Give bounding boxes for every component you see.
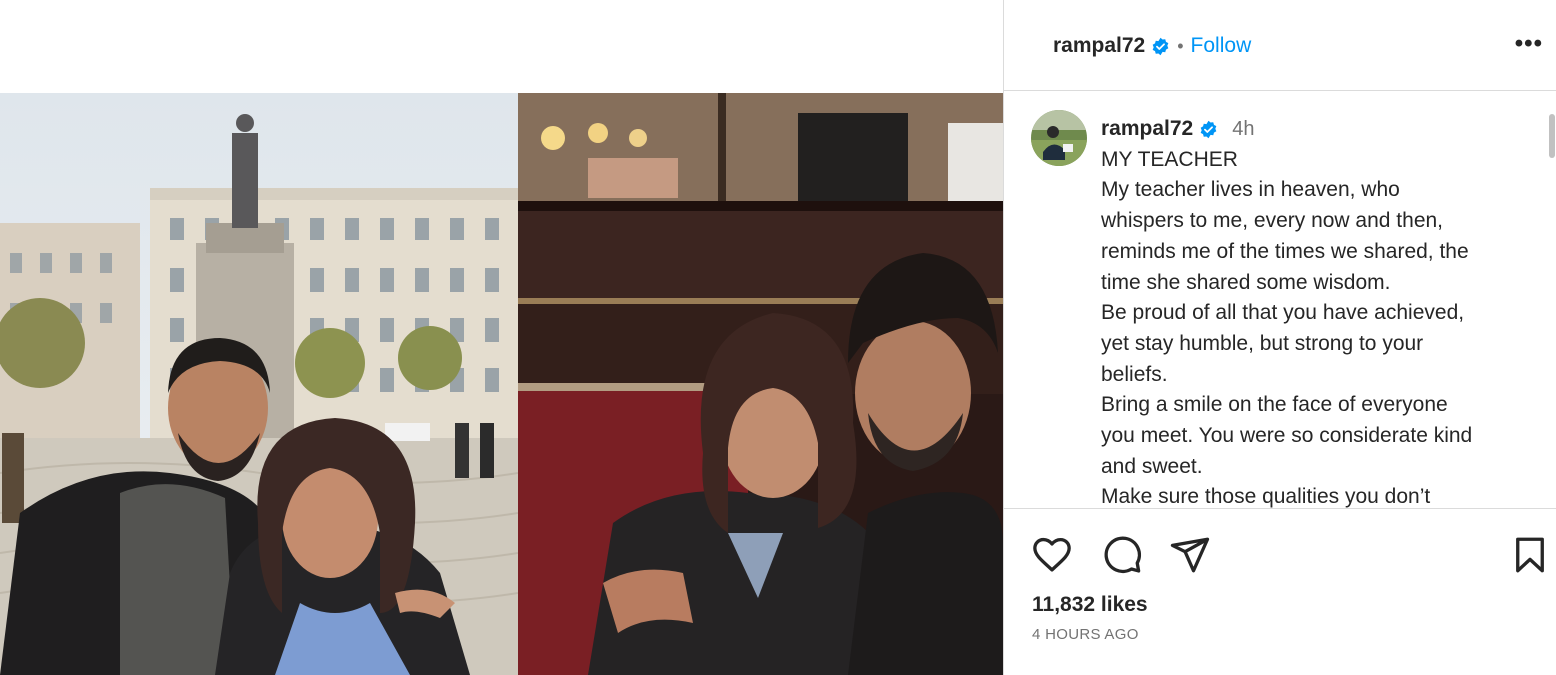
- verified-badge-icon: [1200, 120, 1217, 139]
- caption-line: MY TEACHER: [1101, 147, 1238, 171]
- post-media[interactable]: [0, 0, 1003, 675]
- caption-line: Make sure those qualities you don’t: [1101, 485, 1431, 508]
- caption-line: yet stay humble, but strong to your: [1101, 331, 1424, 355]
- heart-icon[interactable]: [1031, 534, 1073, 576]
- caption-line: you meet. You were so considerate kind: [1101, 424, 1473, 448]
- post-actions: 11,832 likes 4 HOURS AGO: [1004, 508, 1556, 675]
- caption-line: Be proud of all that you have achieved,: [1101, 301, 1465, 325]
- caption-scroll-area[interactable]: rampal72 4h MY TEACHER My teacher lives …: [1004, 92, 1556, 508]
- avatar[interactable]: [1031, 110, 1087, 166]
- follow-button[interactable]: Follow: [1191, 34, 1252, 58]
- caption-line: Bring a smile on the face of everyone: [1101, 393, 1448, 417]
- post-sidebar: rampal72 • Follow ••• rampal72 4h MY TEA…: [1003, 0, 1556, 675]
- caption-timestamp[interactable]: 4h: [1232, 114, 1254, 145]
- post-photo-left: [0, 93, 518, 675]
- caption-header: rampal72 4h: [1101, 114, 1521, 145]
- post-header: rampal72 • Follow •••: [1004, 0, 1556, 91]
- caption-line: My teacher lives in heaven, who: [1101, 178, 1400, 202]
- verified-badge-icon: [1152, 37, 1169, 55]
- post-caption: rampal72 4h MY TEACHER My teacher lives …: [1101, 114, 1521, 508]
- more-options-button[interactable]: •••: [1515, 30, 1543, 58]
- caption-username[interactable]: rampal72: [1101, 114, 1193, 145]
- caption-scrollbar[interactable]: [1549, 114, 1555, 158]
- caption-line: time she shared some wisdom.: [1101, 270, 1391, 294]
- header-user: rampal72 • Follow: [1053, 34, 1251, 58]
- caption-line: and sweet.: [1101, 454, 1203, 478]
- header-separator: •: [1177, 35, 1184, 56]
- share-icon[interactable]: [1169, 534, 1211, 576]
- caption-line: reminds me of the times we shared, the: [1101, 239, 1469, 263]
- caption-line: beliefs.: [1101, 362, 1168, 386]
- likes-count[interactable]: 11,832 likes: [1032, 593, 1148, 617]
- caption-line: whispers to me, every now and then,: [1101, 209, 1444, 233]
- post-photo-right: [518, 93, 1003, 675]
- header-username[interactable]: rampal72: [1053, 34, 1145, 58]
- comment-icon[interactable]: [1101, 534, 1143, 576]
- post-time-ago[interactable]: 4 HOURS AGO: [1032, 626, 1139, 643]
- bookmark-icon[interactable]: [1509, 534, 1551, 576]
